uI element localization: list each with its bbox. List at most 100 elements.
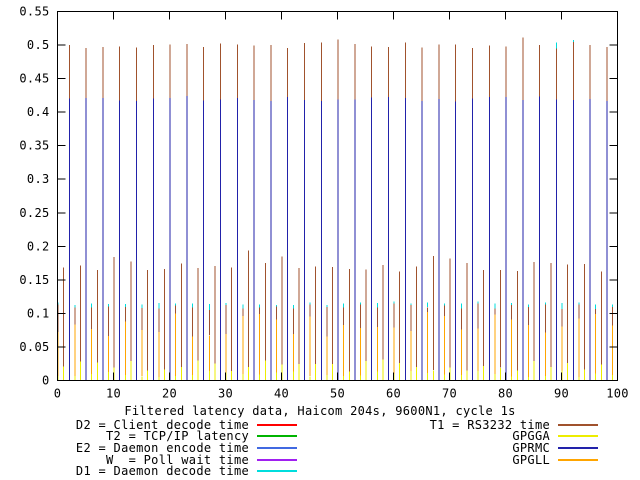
- impulse-segment-gpgll: [545, 376, 546, 381]
- y-tick-label: 0.15: [19, 273, 49, 287]
- x-tick-label: 80: [498, 387, 513, 401]
- impulse-segment-gpgll: [259, 308, 260, 315]
- impulse-segment-gprmc: [153, 45, 154, 99]
- impulse-segment-gpgll: [360, 376, 361, 381]
- impulse-segment-gpgll: [562, 326, 563, 370]
- impulse-segment-gpgga: [181, 367, 182, 380]
- impulse-segment-gpgga: [298, 364, 299, 381]
- impulse-segment-gpgll: [461, 304, 462, 309]
- impulse-segment-gpgga: [164, 369, 165, 380]
- impulse-segment-gpgga: [265, 360, 266, 380]
- impulse-segment-gpgll: [394, 328, 395, 374]
- impulse-segment-gprmc: [119, 101, 120, 381]
- impulse-segment-gpgll: [209, 371, 210, 381]
- impulse-segment-gprmc: [388, 97, 389, 381]
- x-tick-label: 90: [554, 387, 569, 401]
- impulse-segment-gprmc: [472, 48, 473, 99]
- impulse-segment-gpgll: [478, 301, 479, 303]
- y-tick-label: 0.45: [19, 72, 49, 86]
- y-tick-label: 0.55: [19, 5, 49, 19]
- impulse-segment-gpgll: [125, 304, 126, 307]
- impulse-segment-gprmc: [539, 97, 540, 381]
- impulse-segment-gpgll: [545, 304, 546, 332]
- impulse-segment-gprmc: [270, 45, 271, 101]
- impulse-segment-gpgll: [276, 305, 277, 307]
- impulse-segment-gpgll: [394, 302, 395, 304]
- impulse-segment-gpgga: [97, 270, 98, 363]
- impulse-segment-gpgll: [142, 305, 143, 308]
- impulse-segment-gprmc: [422, 48, 423, 102]
- impulse-segment-gpgll: [175, 306, 176, 314]
- impulse-segment-gpgll: [612, 326, 613, 375]
- impulse-segment-gpgll: [74, 307, 75, 324]
- impulse-segment-gpgll: [360, 305, 361, 328]
- legend-line-sample-t1: [558, 424, 598, 426]
- impulse-segment-gprmc: [539, 45, 540, 97]
- impulse-segment-gprmc: [153, 99, 154, 381]
- impulse-segment-gpgga: [416, 267, 417, 368]
- impulse-segment-gpgll: [192, 308, 193, 337]
- y-tick-label: 0.25: [19, 206, 49, 220]
- impulse-segment-gpgll: [125, 307, 126, 322]
- impulse-segment-gpgll: [444, 316, 445, 375]
- impulse-segment-gpgga: [147, 270, 148, 370]
- legend-line-sample-w: [257, 459, 297, 461]
- impulse-segment-gprmc: [136, 101, 137, 380]
- impulse-segment-gpgll: [612, 375, 613, 381]
- impulse-segment-gprmc: [338, 99, 339, 380]
- impulse-segment-gpgll: [175, 376, 176, 380]
- impulse-segment-gpgga: [366, 269, 367, 360]
- impulse-segment-gpgll: [343, 325, 344, 376]
- legend-line-sample-t2: [257, 435, 297, 437]
- impulse-segment-gpgll: [310, 376, 311, 380]
- legend-line-sample-d1: [257, 470, 297, 472]
- impulse-segment-gprmc: [590, 45, 591, 99]
- impulse-segment-gpgll: [142, 376, 143, 380]
- impulse-segment-gpgll: [108, 372, 109, 381]
- impulse-segment-gprmc: [287, 97, 288, 380]
- legend-item-gpgga: GPGGA: [358, 431, 598, 443]
- impulse-segment-gpgga: [433, 256, 434, 370]
- x-tick-label: 40: [274, 387, 289, 401]
- impulse-segment-gpgga: [248, 250, 249, 366]
- impulse-segment-gpgll: [226, 334, 227, 373]
- y-tick-label: 0.3: [27, 172, 50, 186]
- impulse-segment-gprmc: [354, 100, 355, 381]
- impulse-segment-gpgga: [550, 263, 551, 367]
- impulse-segment-gpgll: [461, 375, 462, 380]
- impulse-segment-gpgll: [511, 376, 512, 380]
- impulse-segment-gpgll: [310, 316, 311, 376]
- impulse-segment-gprmc: [489, 45, 490, 96]
- impulse-segment-gpgga: [550, 367, 551, 381]
- impulse-segment-gpgll: [326, 336, 327, 375]
- impulse-segment-gpgll: [444, 305, 445, 316]
- impulse-segment-gpgll: [125, 322, 126, 376]
- impulse-segment-gpgll: [293, 305, 294, 309]
- impulse-segment-gpgll: [192, 337, 193, 375]
- impulse-segment-gpgll: [192, 304, 193, 308]
- y-tick-label: 0.2: [27, 239, 50, 253]
- impulse-segment-gpgga: [63, 268, 64, 367]
- legend-line-sample-gprmc: [558, 447, 598, 449]
- impulse-segment-gpgll: [528, 325, 529, 377]
- impulse-segment-gpgll: [494, 309, 495, 315]
- impulse-segment-gprmc: [254, 100, 255, 380]
- legend-item-gprmc: GPRMC: [358, 442, 598, 454]
- impulse-segment-gpgga: [164, 269, 165, 370]
- impulse-segment-gpgga: [315, 364, 316, 380]
- impulse-segment-gpgll: [158, 308, 159, 332]
- impulse-segment-gpgll: [394, 304, 395, 328]
- impulse-segment-gprmc: [506, 47, 507, 97]
- impulse-segment-gpgga: [147, 370, 148, 380]
- impulse-segment-gpgll: [158, 332, 159, 377]
- impulse-segment-gpgll: [410, 331, 411, 371]
- impulse-segment-gprmc: [119, 47, 120, 101]
- impulse-segment-gpgga: [63, 367, 64, 381]
- impulse-segment-gprmc: [321, 43, 322, 102]
- impulse-segment-gpgll: [562, 303, 563, 309]
- impulse-segment-gpgga: [567, 265, 568, 363]
- impulse-segment-gprmc: [556, 48, 557, 99]
- impulse-segment-gprmc: [590, 99, 591, 381]
- impulse-segment-gpgll: [410, 304, 411, 305]
- impulse-segment-gprmc: [371, 98, 372, 381]
